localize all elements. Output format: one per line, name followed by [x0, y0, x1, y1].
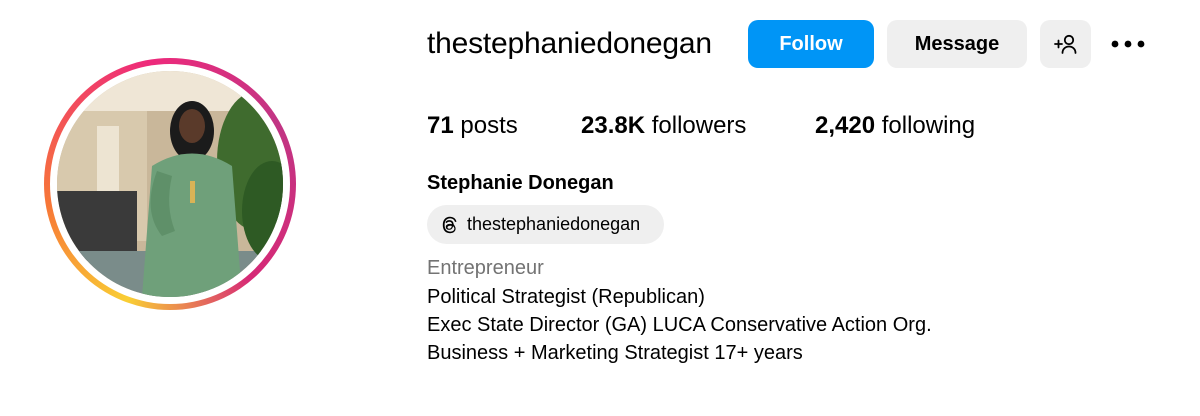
bio-line: Exec State Director (GA) LUCA Conservati…	[427, 314, 932, 336]
following-count: 2,420	[815, 112, 876, 139]
profile-category: Entrepreneur	[427, 257, 544, 279]
posts-label: posts	[460, 112, 518, 139]
threads-icon	[439, 215, 459, 235]
bio-line: Business + Marketing Strategist 17+ year…	[427, 342, 803, 364]
suggest-accounts-button[interactable]	[1040, 20, 1091, 68]
username: thestephaniedonegan	[427, 27, 712, 60]
story-ring[interactable]	[44, 58, 296, 310]
threads-link[interactable]: thestephaniedonegan	[427, 205, 664, 244]
follow-button[interactable]: Follow	[748, 20, 874, 68]
posts-stat: 71 posts	[427, 111, 518, 141]
following-stat[interactable]: 2,420 following	[815, 111, 975, 141]
posts-count: 71	[427, 112, 454, 139]
bio-line: Political Strategist (Republican)	[427, 286, 705, 308]
profile-photo	[57, 71, 283, 297]
bio: Political Strategist (Republican) Exec S…	[427, 283, 932, 367]
message-button[interactable]: Message	[887, 20, 1027, 68]
following-label: following	[881, 112, 976, 139]
followers-label: followers	[651, 112, 747, 139]
more-options-button[interactable]	[1108, 30, 1148, 58]
more-options-icon	[1111, 40, 1145, 48]
avatar[interactable]	[57, 71, 283, 297]
followers-count: 23.8K	[581, 112, 646, 139]
followers-stat[interactable]: 23.8K followers	[581, 111, 746, 141]
full-name: Stephanie Donegan	[427, 172, 614, 194]
threads-handle: thestephaniedonegan	[467, 214, 641, 234]
add-person-icon	[1053, 34, 1076, 54]
